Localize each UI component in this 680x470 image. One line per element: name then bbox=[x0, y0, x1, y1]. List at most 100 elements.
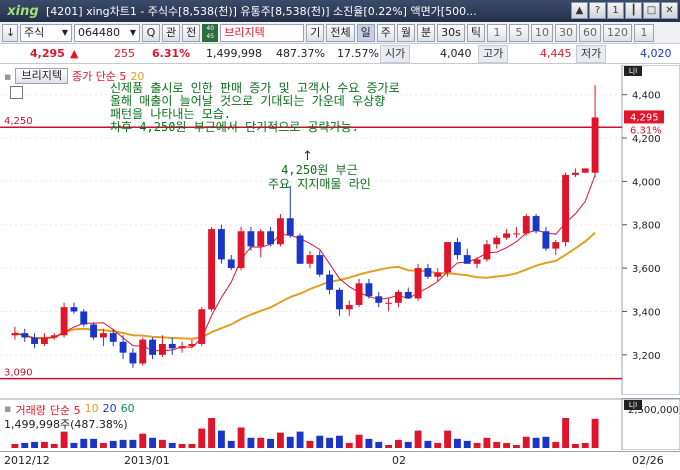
candle-body bbox=[434, 272, 442, 277]
tab-30s[interactable]: 30s bbox=[437, 23, 465, 42]
collapse-icon[interactable]: ▲ bbox=[571, 2, 588, 19]
volume-bar bbox=[90, 438, 98, 448]
volume-bar bbox=[375, 441, 383, 448]
search-button[interactable]: Q bbox=[142, 23, 160, 42]
volume-bar bbox=[208, 418, 216, 448]
current-price: 4,295 bbox=[30, 47, 65, 60]
toolbar: ↓ 주식 ▼ 064480 ▼ Q 관 전 40 45 브리지텍 기 전체 일 … bbox=[0, 22, 680, 44]
candle-body bbox=[158, 343, 166, 355]
volume-bar bbox=[306, 440, 314, 448]
tab-monthly[interactable]: 월 bbox=[396, 23, 415, 42]
interval-5[interactable]: 5 bbox=[508, 23, 529, 42]
candle-body bbox=[247, 231, 255, 247]
volume-bar bbox=[168, 442, 176, 448]
help-icon[interactable]: ? bbox=[589, 2, 606, 19]
window-title: [4201] xing차트1 - 주식수[8,538(천)] 유통주[8,538… bbox=[46, 5, 477, 18]
interval-30[interactable]: 30 bbox=[554, 23, 577, 42]
stock-code-input[interactable]: 064480 ▼ bbox=[74, 23, 140, 42]
turnover-rate: 17.57% bbox=[337, 47, 379, 60]
volume-bar bbox=[198, 428, 206, 448]
candle-body bbox=[345, 304, 353, 310]
grip-icon: ▪ bbox=[4, 69, 12, 83]
candle-body bbox=[40, 337, 48, 344]
volume-bar bbox=[571, 443, 579, 448]
candle-body bbox=[375, 296, 383, 303]
tab-daily[interactable]: 일 bbox=[356, 23, 375, 42]
price-change: 255 bbox=[114, 47, 135, 60]
stock-code-value: 064480 bbox=[78, 25, 120, 39]
sort-arrow-button[interactable]: ↓ bbox=[2, 23, 18, 42]
minimize-icon[interactable]: ┃ bbox=[625, 2, 642, 19]
interest-button[interactable]: 관 bbox=[162, 23, 181, 42]
tab-weekly[interactable]: 주 bbox=[376, 23, 395, 42]
volume-bar bbox=[483, 437, 491, 448]
candle-body bbox=[394, 291, 402, 303]
candle-body bbox=[267, 231, 275, 245]
indicator-button[interactable]: 브리지텍 bbox=[15, 68, 68, 84]
price-tick-label: 3,200 bbox=[632, 351, 661, 362]
range-all-button[interactable]: 전체 bbox=[326, 23, 355, 42]
volume-bar bbox=[512, 445, 520, 448]
candle-body bbox=[50, 335, 58, 338]
candle-body bbox=[453, 242, 461, 256]
candle-body bbox=[60, 307, 68, 336]
candle-body bbox=[237, 231, 245, 269]
candle-body bbox=[493, 237, 501, 245]
volume-bar bbox=[99, 442, 107, 448]
candle-body bbox=[296, 235, 304, 264]
volume-bar bbox=[217, 430, 225, 448]
candle-body bbox=[562, 174, 570, 243]
volume-bar bbox=[40, 441, 48, 448]
interval-1[interactable]: 1 bbox=[486, 23, 507, 42]
tab-tick[interactable]: 틱 bbox=[466, 23, 485, 42]
candle-body bbox=[316, 255, 324, 275]
volume-bar bbox=[463, 440, 471, 448]
price-tick-label: 3,800 bbox=[632, 221, 661, 232]
candle-body bbox=[109, 333, 117, 342]
volume-bar bbox=[139, 433, 147, 448]
candle-body bbox=[149, 339, 157, 355]
interval-10[interactable]: 10 bbox=[530, 23, 553, 42]
badge-icon[interactable]: 40 45 bbox=[202, 23, 219, 42]
volume-bar bbox=[296, 431, 304, 448]
maximize-icon[interactable]: □ bbox=[643, 2, 660, 19]
volume-bar bbox=[50, 443, 58, 448]
candle-body bbox=[227, 259, 235, 269]
period-button[interactable]: 기 bbox=[306, 23, 325, 42]
interval-custom[interactable]: 1 bbox=[633, 23, 654, 42]
panel-menu-icon[interactable]: L|I bbox=[624, 66, 642, 76]
candle-body bbox=[11, 333, 19, 336]
candle-body bbox=[90, 324, 98, 338]
date-axis: 2012/12 2013/01 02 02/26 bbox=[0, 451, 680, 470]
up-arrow-icon: ↑ bbox=[302, 149, 313, 164]
overlay-checkbox[interactable] bbox=[10, 86, 23, 99]
tab-minute[interactable]: 분 bbox=[417, 23, 436, 42]
all-button[interactable]: 전 bbox=[182, 23, 201, 42]
volume-ratio: 487.37% bbox=[276, 47, 325, 60]
date-label: 02/26 bbox=[632, 454, 664, 467]
market-select[interactable]: 주식 ▼ bbox=[20, 23, 72, 42]
candle-body bbox=[276, 218, 284, 245]
candle-body bbox=[208, 229, 216, 310]
volume-bar bbox=[345, 442, 353, 448]
app-logo: xing bbox=[7, 3, 39, 19]
volume-bar bbox=[119, 439, 127, 448]
candle-body bbox=[139, 339, 147, 364]
volume-bar bbox=[237, 427, 245, 448]
volume-menu-icon[interactable]: L|I bbox=[624, 400, 642, 410]
link-icon[interactable]: 1 bbox=[607, 2, 624, 19]
volume-bar bbox=[247, 437, 255, 448]
candle-body bbox=[178, 346, 186, 349]
support-level-label: 3,090 bbox=[4, 368, 33, 379]
window-title-bar: xing [4201] xing차트1 - 주식수[8,538(천)] 유통주[… bbox=[0, 0, 680, 22]
candle-body bbox=[581, 168, 589, 173]
interval-120[interactable]: 120 bbox=[602, 23, 632, 42]
interval-60[interactable]: 60 bbox=[578, 23, 601, 42]
volume-bar bbox=[316, 435, 324, 448]
price-tick-label: 4,400 bbox=[632, 91, 661, 102]
quote-bar: 4,295 ▲ 255 6.31% 1,499,998 487.37% 17.5… bbox=[0, 44, 680, 64]
close-icon[interactable]: ✕ bbox=[661, 2, 678, 19]
low-price: 4,020 bbox=[640, 47, 672, 60]
candle-body bbox=[444, 242, 452, 273]
chevron-down-icon: ▼ bbox=[61, 27, 68, 37]
